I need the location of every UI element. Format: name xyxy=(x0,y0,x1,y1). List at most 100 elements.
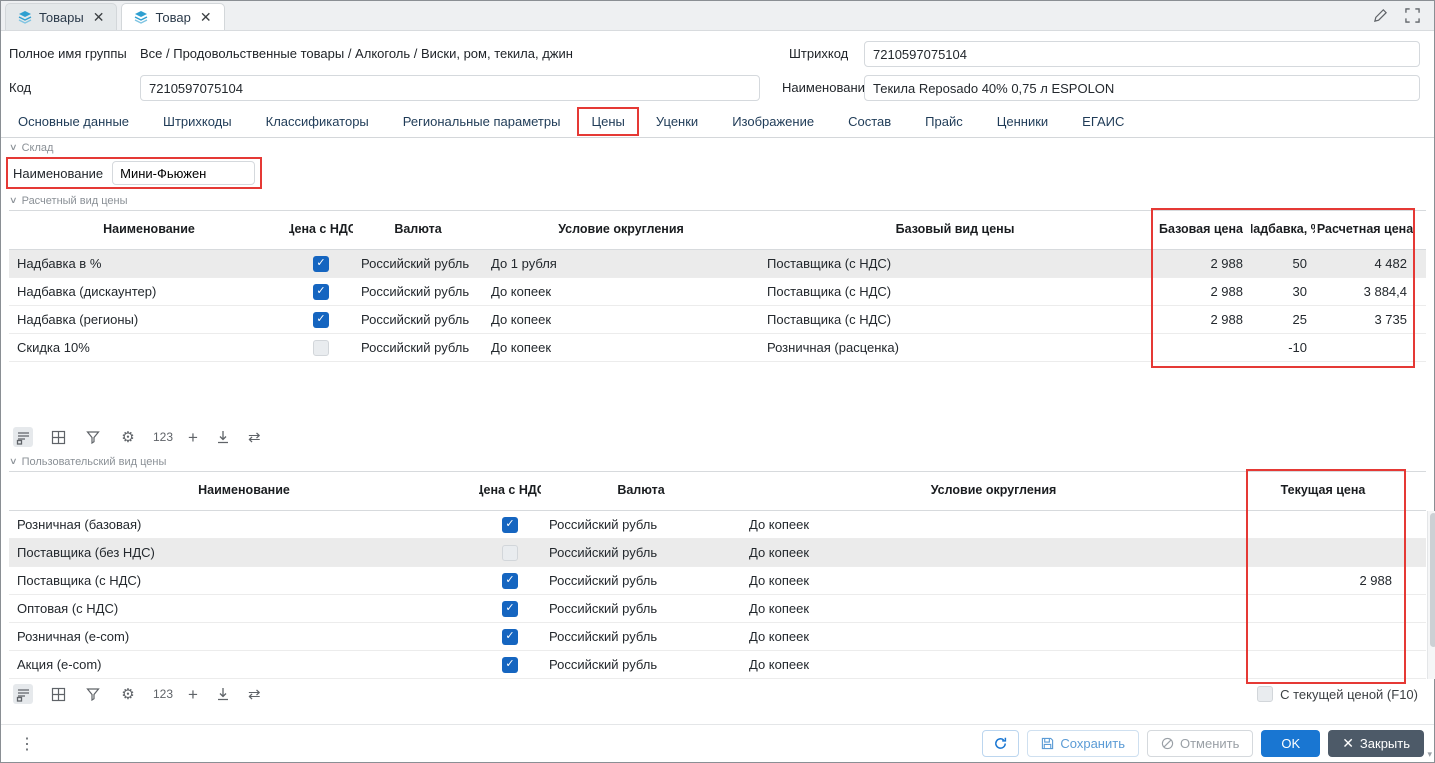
sklad-row: Наименование xyxy=(1,157,1434,191)
table-row[interactable]: Акция (e-com) ✓ Российский рубль До копе… xyxy=(9,651,1426,679)
base-price-cell: 2 988 xyxy=(1151,278,1251,305)
calc-price-cell: 3 735 xyxy=(1315,306,1415,333)
tab-tseny[interactable]: Цены xyxy=(577,107,638,136)
current-price-cell xyxy=(1246,539,1400,566)
table-row[interactable]: Розничная (e-com) ✓ Российский рубль До … xyxy=(9,623,1426,651)
col-markup: Надбавка, % xyxy=(1251,211,1315,249)
app-window: Товары ✕ Товар ✕ Полное имя группы Все /… xyxy=(0,0,1435,763)
col-rounding: Условие округления xyxy=(483,211,759,249)
tab-sostav[interactable]: Состав xyxy=(831,107,908,136)
vat-checkbox[interactable]: ✓ xyxy=(502,517,518,533)
close-icon[interactable]: ✕ xyxy=(200,9,212,26)
with-current-price-option[interactable]: ✓ С текущей ценой (F10) xyxy=(1257,686,1418,702)
price-type-name: Надбавка (регионы) xyxy=(9,306,289,333)
price-type-name: Розничная (базовая) xyxy=(9,511,479,538)
numbers-toggle[interactable]: 123 xyxy=(153,687,173,701)
tab-tsenniki[interactable]: Ценники xyxy=(980,107,1065,136)
vat-checkbox[interactable]: ✓ xyxy=(502,573,518,589)
rounding-cell: До копеек xyxy=(483,334,759,361)
ok-button[interactable]: OK xyxy=(1261,730,1320,757)
table-row[interactable]: Скидка 10% ✓ Российский рубль До копеек … xyxy=(9,334,1426,362)
col-vat: Цена с НДС xyxy=(479,472,541,510)
price-type-name: Акция (e-com) xyxy=(9,651,479,678)
with-current-price-label: С текущей ценой (F10) xyxy=(1280,687,1418,702)
col-base-price: Базовая цена xyxy=(1151,211,1251,249)
currency-cell: Российский рубль xyxy=(353,250,483,277)
chevron-down-icon: ∨ xyxy=(9,456,18,467)
settings-gear-icon[interactable]: ⚙ xyxy=(118,684,138,704)
cancel-button[interactable]: Отменить xyxy=(1147,730,1253,757)
tab-tovary[interactable]: Товары ✕ xyxy=(5,3,117,30)
tab-izobrazhenie[interactable]: Изображение xyxy=(715,107,831,136)
vat-checkbox[interactable]: ✓ xyxy=(502,601,518,617)
table-row[interactable]: Оптовая (с НДС) ✓ Российский рубль До ко… xyxy=(9,595,1426,623)
close-icon[interactable]: ✕ xyxy=(93,9,105,26)
base-price-cell xyxy=(1151,334,1251,361)
tab-egais[interactable]: ЕГАИС xyxy=(1065,107,1141,136)
tab-shtrihkody[interactable]: Штрихкоды xyxy=(146,107,249,136)
calc-table-toolbar: ⚙ 123 + ⇄ xyxy=(1,422,1434,452)
table-row[interactable]: Розничная (базовая) ✓ Российский рубль Д… xyxy=(9,511,1426,539)
download-icon[interactable] xyxy=(213,684,233,704)
price-type-name: Розничная (e-com) xyxy=(9,623,479,650)
filter-icon[interactable] xyxy=(83,427,103,447)
currency-cell: Российский рубль xyxy=(353,278,483,305)
close-button[interactable]: ✕ Закрыть xyxy=(1328,730,1424,757)
table-row[interactable]: Поставщика (без НДС) ✓ Российский рубль … xyxy=(9,539,1426,567)
table-row[interactable]: Надбавка в % ✓ Российский рубль До 1 руб… xyxy=(9,250,1426,278)
scrollbar[interactable] xyxy=(1427,511,1435,679)
scroll-down-arrow-icon[interactable]: ▾ xyxy=(1427,749,1432,760)
grid-view-icon[interactable] xyxy=(48,684,68,704)
sync-loop-icon[interactable]: ⇄ xyxy=(248,430,261,445)
code-input[interactable] xyxy=(140,75,760,101)
list-view-icon[interactable] xyxy=(13,684,33,704)
add-icon[interactable]: + xyxy=(188,429,198,446)
vat-checkbox[interactable]: ✓ xyxy=(502,657,518,673)
save-button[interactable]: Сохранить xyxy=(1027,730,1139,757)
base-type-cell: Розничная (расценка) xyxy=(759,334,1151,361)
with-current-price-checkbox[interactable]: ✓ xyxy=(1257,686,1273,702)
barcode-label: Штрихкод xyxy=(789,46,848,61)
tab-tovar[interactable]: Товар ✕ xyxy=(121,3,224,30)
section-sklad-header[interactable]: ∨ Склад xyxy=(1,138,1434,157)
calc-price-cell: 3 884,4 xyxy=(1315,278,1415,305)
vat-checkbox[interactable]: ✓ xyxy=(313,312,329,328)
add-icon[interactable]: + xyxy=(188,686,198,703)
sklad-name-input[interactable] xyxy=(112,161,255,185)
vat-checkbox[interactable]: ✓ xyxy=(502,629,518,645)
grid-view-icon[interactable] xyxy=(48,427,68,447)
tab-klassifikatory[interactable]: Классификаторы xyxy=(249,107,386,136)
download-icon[interactable] xyxy=(213,427,233,447)
numbers-toggle[interactable]: 123 xyxy=(153,430,173,444)
table-row[interactable]: Надбавка (регионы) ✓ Российский рубль До… xyxy=(9,306,1426,334)
tab-prais[interactable]: Прайс xyxy=(908,107,980,136)
more-options-icon[interactable]: ⋮ xyxy=(11,732,43,756)
section-calc-header[interactable]: ∨ Расчетный вид цены xyxy=(1,191,1434,210)
fullscreen-icon[interactable] xyxy=(1402,6,1422,26)
table-row[interactable]: Поставщика (с НДС) ✓ Российский рубль До… xyxy=(9,567,1426,595)
rounding-cell: До копеек xyxy=(741,623,1246,650)
tab-regionalnye-parametry[interactable]: Региональные параметры xyxy=(386,107,578,136)
vat-checkbox[interactable]: ✓ xyxy=(502,545,518,561)
filter-icon[interactable] xyxy=(83,684,103,704)
list-view-icon[interactable] xyxy=(13,427,33,447)
vat-checkbox[interactable]: ✓ xyxy=(313,340,329,356)
tab-osnovnye-dannye[interactable]: Основные данные xyxy=(1,107,146,136)
barcode-input[interactable] xyxy=(864,41,1420,67)
refresh-button[interactable] xyxy=(982,730,1019,757)
close-label: Закрыть xyxy=(1360,736,1410,751)
vat-checkbox[interactable]: ✓ xyxy=(313,256,329,272)
base-type-cell: Поставщика (с НДС) xyxy=(759,250,1151,277)
name-input[interactable] xyxy=(864,75,1420,101)
col-current-price: Текущая цена xyxy=(1246,472,1400,510)
scrollbar-thumb[interactable] xyxy=(1430,513,1435,647)
rounding-cell: До копеек xyxy=(741,567,1246,594)
currency-cell: Российский рубль xyxy=(541,511,741,538)
tab-utsenki[interactable]: Уценки xyxy=(639,107,715,136)
vat-checkbox[interactable]: ✓ xyxy=(313,284,329,300)
edit-icon[interactable] xyxy=(1370,6,1390,26)
sync-loop-icon[interactable]: ⇄ xyxy=(248,687,261,702)
settings-gear-icon[interactable]: ⚙ xyxy=(118,427,138,447)
section-user-header[interactable]: ∨ Пользовательский вид цены xyxy=(1,452,1434,471)
table-row[interactable]: Надбавка (дискаунтер) ✓ Российский рубль… xyxy=(9,278,1426,306)
